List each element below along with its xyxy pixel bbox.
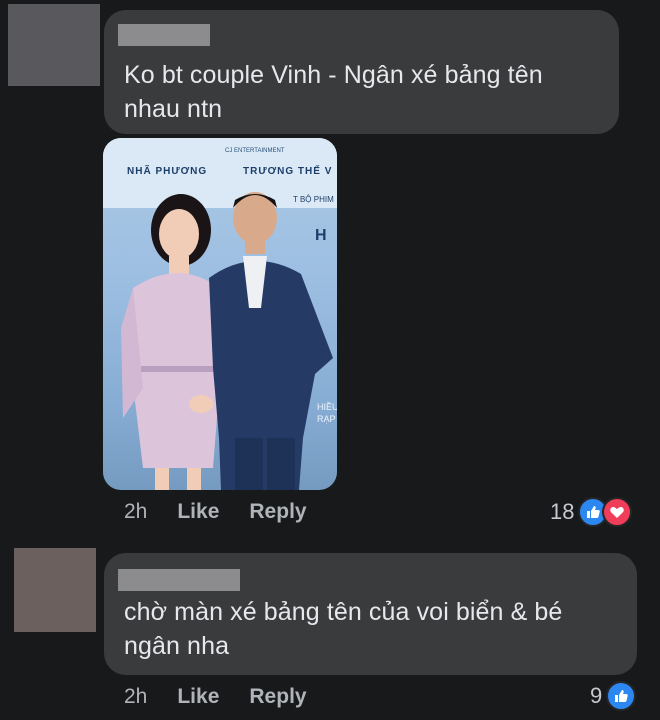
- backdrop-tagline: T BỘ PHIM: [293, 195, 334, 204]
- comment-actions: 2h Like Reply: [124, 500, 337, 524]
- avatar[interactable]: [8, 4, 100, 86]
- reaction-summary[interactable]: 18: [550, 497, 633, 527]
- comment-bubble: Ko bt couple Vinh - Ngân xé bảng tên nha…: [104, 10, 619, 134]
- comment-bubble: chờ màn xé bảng tên của voi biển & bé ng…: [104, 553, 637, 675]
- comment-photo[interactable]: CJ ENTERTAINMENT NHÃ PHƯƠNG TRƯƠNG THẾ V…: [103, 138, 337, 490]
- reaction-count: 9: [590, 683, 603, 708]
- comment-thread: Ko bt couple Vinh - Ngân xé bảng tên nha…: [0, 0, 660, 720]
- comment-text: chờ màn xé bảng tên của voi biển & bé ng…: [124, 598, 563, 660]
- reply-button[interactable]: Reply: [249, 500, 306, 524]
- backdrop-name-left: NHÃ PHƯƠNG: [127, 164, 207, 177]
- backdrop-name-right: TRƯƠNG THẾ V: [243, 164, 332, 177]
- photo-illustration: CJ ENTERTAINMENT NHÃ PHƯƠNG TRƯƠNG THẾ V…: [103, 138, 337, 490]
- comment-timestamp[interactable]: 2h: [124, 685, 147, 709]
- like-button[interactable]: Like: [177, 685, 219, 709]
- like-icon: [606, 681, 637, 711]
- like-button[interactable]: Like: [177, 500, 219, 524]
- backdrop-side-1: HIỀU: [317, 402, 337, 412]
- svg-text:H: H: [315, 227, 327, 244]
- reaction-count: 18: [550, 499, 575, 524]
- commenter-name-redacted[interactable]: [118, 24, 210, 46]
- comment-timestamp[interactable]: 2h: [124, 500, 147, 524]
- backdrop-side-2: RẠP: [317, 414, 336, 424]
- comment-actions: 2h Like Reply: [124, 685, 337, 709]
- reaction-summary[interactable]: 9: [590, 681, 637, 711]
- love-icon: [602, 497, 633, 527]
- commenter-name-redacted[interactable]: [118, 569, 240, 591]
- reply-button[interactable]: Reply: [249, 685, 306, 709]
- avatar[interactable]: [14, 548, 96, 632]
- comment-text: Ko bt couple Vinh - Ngân xé bảng tên nha…: [124, 61, 543, 123]
- sponsor-logo: CJ ENTERTAINMENT: [225, 148, 285, 154]
